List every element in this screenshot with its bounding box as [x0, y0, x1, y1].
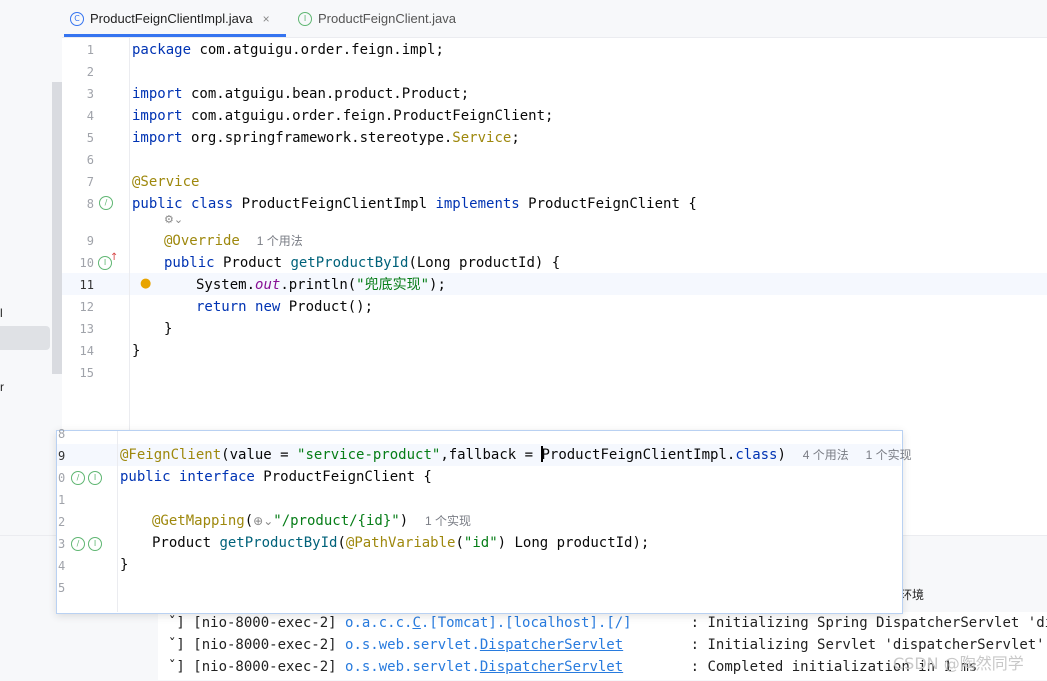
popup-line-number: 5 — [58, 581, 66, 595]
line-number: 2 — [86, 65, 94, 79]
line-number: 14 — [79, 344, 94, 358]
project-item-fragment[interactable]: l — [0, 306, 3, 320]
usage-hint[interactable]: 1 个用法 — [257, 234, 303, 248]
active-tab-indicator — [64, 34, 286, 37]
implementation-hint[interactable]: 1 个实现 — [866, 448, 912, 462]
line-number: 13 — [79, 322, 94, 336]
code-line: public Product getProductById(Long produ… — [164, 255, 561, 271]
popup-line-number: 8 — [58, 427, 66, 441]
code-line: import com.atguigu.order.feign.ProductFe… — [132, 108, 554, 124]
code-line: @Override 1 个用法 — [164, 233, 303, 249]
watermark: CSDN @陶然同学 — [893, 654, 1024, 673]
popup-line-number: 0 — [58, 471, 66, 485]
code-line: import com.atguigu.bean.product.Product; — [132, 86, 470, 102]
popup-code-line: @GetMapping(⊕⌄"/product/{id}") 1 个实现 — [152, 513, 472, 529]
close-icon[interactable]: × — [263, 12, 270, 26]
logger-link[interactable]: o.s.web.servlet.DispatcherServlet — [345, 659, 623, 675]
code-line: System.out.println("兜底实现"); — [196, 277, 446, 293]
gutter-separator — [129, 38, 130, 430]
implementations-icon[interactable]: I — [88, 471, 102, 485]
code-line: } — [164, 321, 173, 337]
popup-code-line: } — [120, 557, 129, 573]
tab-productfeignclient[interactable]: I ProductFeignClient.java — [298, 0, 456, 37]
globe-icon[interactable]: ⊕⌄ — [253, 514, 273, 528]
popup-line-number: 4 — [58, 559, 66, 573]
implementations-icon[interactable]: I — [88, 537, 102, 551]
class-icon: C — [70, 11, 84, 26]
implementation-hint[interactable]: 1 个实现 — [425, 514, 471, 528]
code-line: package com.atguigu.order.feign.impl; — [132, 42, 444, 58]
tab-label: ProductFeignClientImpl.java — [90, 11, 253, 26]
popup-code-line: public interface ProductFeignClient { — [120, 469, 432, 485]
usage-hint[interactable]: 4 个用法 — [803, 448, 849, 462]
line-number: 15 — [79, 366, 94, 380]
console-line: ˇ] [nio-8000-exec-2] o.s.web.servlet.Dis… — [168, 659, 978, 675]
line-number: 10 — [79, 256, 94, 270]
popup-line-number: 1 — [58, 493, 66, 507]
project-item-fragment[interactable]: r — [0, 380, 4, 394]
logger-link[interactable]: o.a.c.c.C.[Tomcat].[localhost].[/] — [345, 615, 632, 631]
popup-code-line: @FeignClient(value = "service-product",f… — [120, 446, 912, 463]
line-number: 5 — [86, 131, 94, 145]
interface-icon: I — [298, 11, 312, 26]
project-selected-row[interactable] — [0, 326, 50, 350]
code-line: public class ProductFeignClientImpl impl… — [132, 196, 697, 212]
line-number: 1 — [86, 43, 94, 57]
popup-gutter-separator — [117, 431, 118, 612]
code-line: return new Product(); — [196, 299, 374, 315]
tab-label: ProductFeignClient.java — [318, 11, 457, 26]
lightbulb-icon[interactable]: ● — [140, 276, 151, 291]
tab-productfeignclientimpl[interactable]: C ProductFeignClientImpl.java × — [70, 0, 270, 37]
line-number: 4 — [86, 109, 94, 123]
project-scrollbar[interactable] — [52, 82, 62, 374]
line-number: 9 — [86, 234, 94, 248]
request-mapping-icon[interactable]: / — [71, 537, 85, 551]
code-line: import org.springframework.stereotype.Se… — [132, 130, 520, 146]
line-number: 3 — [86, 87, 94, 101]
code-line: } — [132, 343, 141, 359]
console-line: ˇ] [nio-8000-exec-2] o.a.c.c.C.[Tomcat].… — [168, 615, 1047, 631]
line-number: 7 — [86, 175, 94, 189]
up-arrow-icon: ↑ — [110, 252, 119, 263]
spring-bean-icon[interactable]: / — [71, 471, 85, 485]
env-label: 环境 — [900, 588, 925, 602]
popup-line-number: 2 — [58, 515, 66, 529]
code-line: @Service — [132, 174, 200, 190]
spring-bean-icon[interactable]: / — [99, 196, 113, 210]
line-number: 8 — [86, 197, 94, 211]
logger-link[interactable]: o.s.web.servlet.DispatcherServlet — [345, 637, 623, 653]
popup-line-number: 9 — [58, 449, 66, 463]
line-number: 11 — [79, 278, 94, 292]
line-number: 6 — [86, 153, 94, 167]
popup-line-number: 3 — [58, 537, 66, 551]
popup-code-line: Product getProductById(@PathVariable("id… — [152, 535, 650, 551]
line-number: 12 — [79, 300, 94, 314]
